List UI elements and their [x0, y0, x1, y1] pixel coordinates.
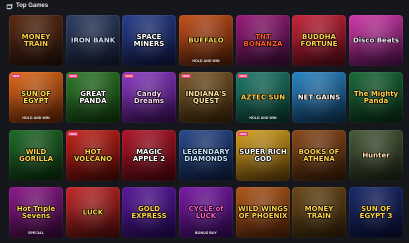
- new-badge: NEW: [238, 132, 248, 136]
- game-title: IRON BANK: [70, 36, 116, 45]
- new-badge: NEW: [68, 132, 78, 136]
- game-title: TNT BONANZA: [243, 33, 283, 48]
- game-subtitle: SPECIAL: [28, 231, 44, 235]
- game-title: MONEY TRAIN: [21, 33, 51, 48]
- new-badge: NEW: [238, 74, 248, 78]
- game-tile[interactable]: IRON BANK: [66, 15, 120, 66]
- game-tile[interactable]: The Mighty Panda: [349, 72, 403, 123]
- game-title: MONEY TRAIN: [304, 205, 334, 220]
- game-tile[interactable]: NEW HOT VOLCANO: [66, 130, 120, 181]
- game-title: MAGIC APPLE 2: [132, 148, 166, 163]
- game-tile[interactable]: MONEY TRAIN: [292, 187, 346, 238]
- game-title: SPACE MINERS: [133, 33, 165, 48]
- game-tile[interactable]: CYCLE of LUCK BONUS BUY: [179, 187, 233, 238]
- game-tile[interactable]: MONEY TRAIN: [9, 15, 63, 66]
- game-subtitle: HOLD AND WIN: [249, 116, 277, 120]
- game-title: BUFFALO: [188, 36, 224, 45]
- game-tile[interactable]: GOLD EXPRESS: [122, 187, 176, 238]
- game-tile[interactable]: SPACE MINERS: [122, 15, 176, 66]
- game-tile[interactable]: BUFFALO HOLD AND WIN: [179, 15, 233, 66]
- game-title: Disco Beats: [352, 36, 400, 45]
- game-tile[interactable]: LUCK: [66, 187, 120, 238]
- game-tile[interactable]: Disco Beats: [349, 15, 403, 66]
- game-title: SUN OF EGYPT: [21, 90, 51, 105]
- game-tile[interactable]: Hot Triple Sevens SPECIAL: [9, 187, 63, 238]
- game-tile[interactable]: NEW INDIANA'S QUEST: [179, 72, 233, 123]
- game-tile[interactable]: BOOKS OF ATHENA: [292, 130, 346, 181]
- new-badge: NEW: [11, 74, 21, 78]
- game-title: LEGENDARY DIAMONDS: [182, 148, 230, 163]
- game-title: Hunter: [362, 151, 390, 160]
- game-title: SUN OF EGYPT 3: [359, 205, 393, 220]
- game-title: SUPER RICH GOD: [239, 148, 287, 163]
- game-tile[interactable]: WILD GORILLA: [9, 130, 63, 181]
- game-tile[interactable]: WILD WINGS OF PHOENIX: [236, 187, 290, 238]
- game-title: WILD GORILLA: [18, 148, 54, 163]
- game-tile[interactable]: NEW GREAT PANDA: [66, 72, 120, 123]
- game-title: HOT VOLCANO: [73, 148, 113, 163]
- game-tile[interactable]: NEW Candy Dreams: [122, 72, 176, 123]
- game-subtitle: BONUS BUY: [195, 231, 217, 235]
- game-title: BUDDHA FORTUNE: [300, 33, 338, 48]
- game-tile[interactable]: Hunter: [349, 130, 403, 181]
- game-tile[interactable]: TNT BONANZA: [236, 15, 290, 66]
- game-title: CYCLE of LUCK: [188, 205, 224, 220]
- game-title: GOLD EXPRESS: [131, 205, 167, 220]
- new-badge: NEW: [181, 74, 191, 78]
- game-title: LUCK: [82, 208, 104, 217]
- new-badge: NEW: [124, 74, 134, 78]
- game-subtitle: HOLD AND WIN: [22, 116, 50, 120]
- game-tile[interactable]: NEW AZTEC SUN HOLD AND WIN: [236, 72, 290, 123]
- game-subtitle: HOLD AND WIN: [192, 59, 220, 63]
- game-tile[interactable]: LEGENDARY DIAMONDS: [179, 130, 233, 181]
- game-title: BOOKS OF ATHENA: [298, 148, 340, 163]
- games-grid: MONEY TRAIN IRON BANK SPACE MINERS BUFFALO H…: [0, 0, 409, 243]
- game-title: AZTEC SUN: [240, 93, 286, 102]
- game-title: The Mighty Panda: [353, 90, 399, 105]
- game-tile[interactable]: SUN OF EGYPT 3: [349, 187, 403, 238]
- new-badge: NEW: [68, 74, 78, 78]
- game-title: GREAT PANDA: [79, 90, 107, 105]
- game-tile[interactable]: BUDDHA FORTUNE: [292, 15, 346, 66]
- game-title: INDIANA'S QUEST: [185, 90, 227, 105]
- game-title: NET GAINS: [297, 93, 341, 102]
- game-tile[interactable]: NET GAINS: [292, 72, 346, 123]
- game-tile[interactable]: NEW SUN OF EGYPT HOLD AND WIN: [9, 72, 63, 123]
- game-tile[interactable]: MAGIC APPLE 2: [122, 130, 176, 181]
- game-title: WILD WINGS OF PHOENIX: [238, 205, 289, 220]
- game-title: Candy Dreams: [133, 90, 165, 105]
- game-title: Hot Triple Sevens: [16, 205, 56, 220]
- game-tile[interactable]: NEW SUPER RICH GOD: [236, 130, 290, 181]
